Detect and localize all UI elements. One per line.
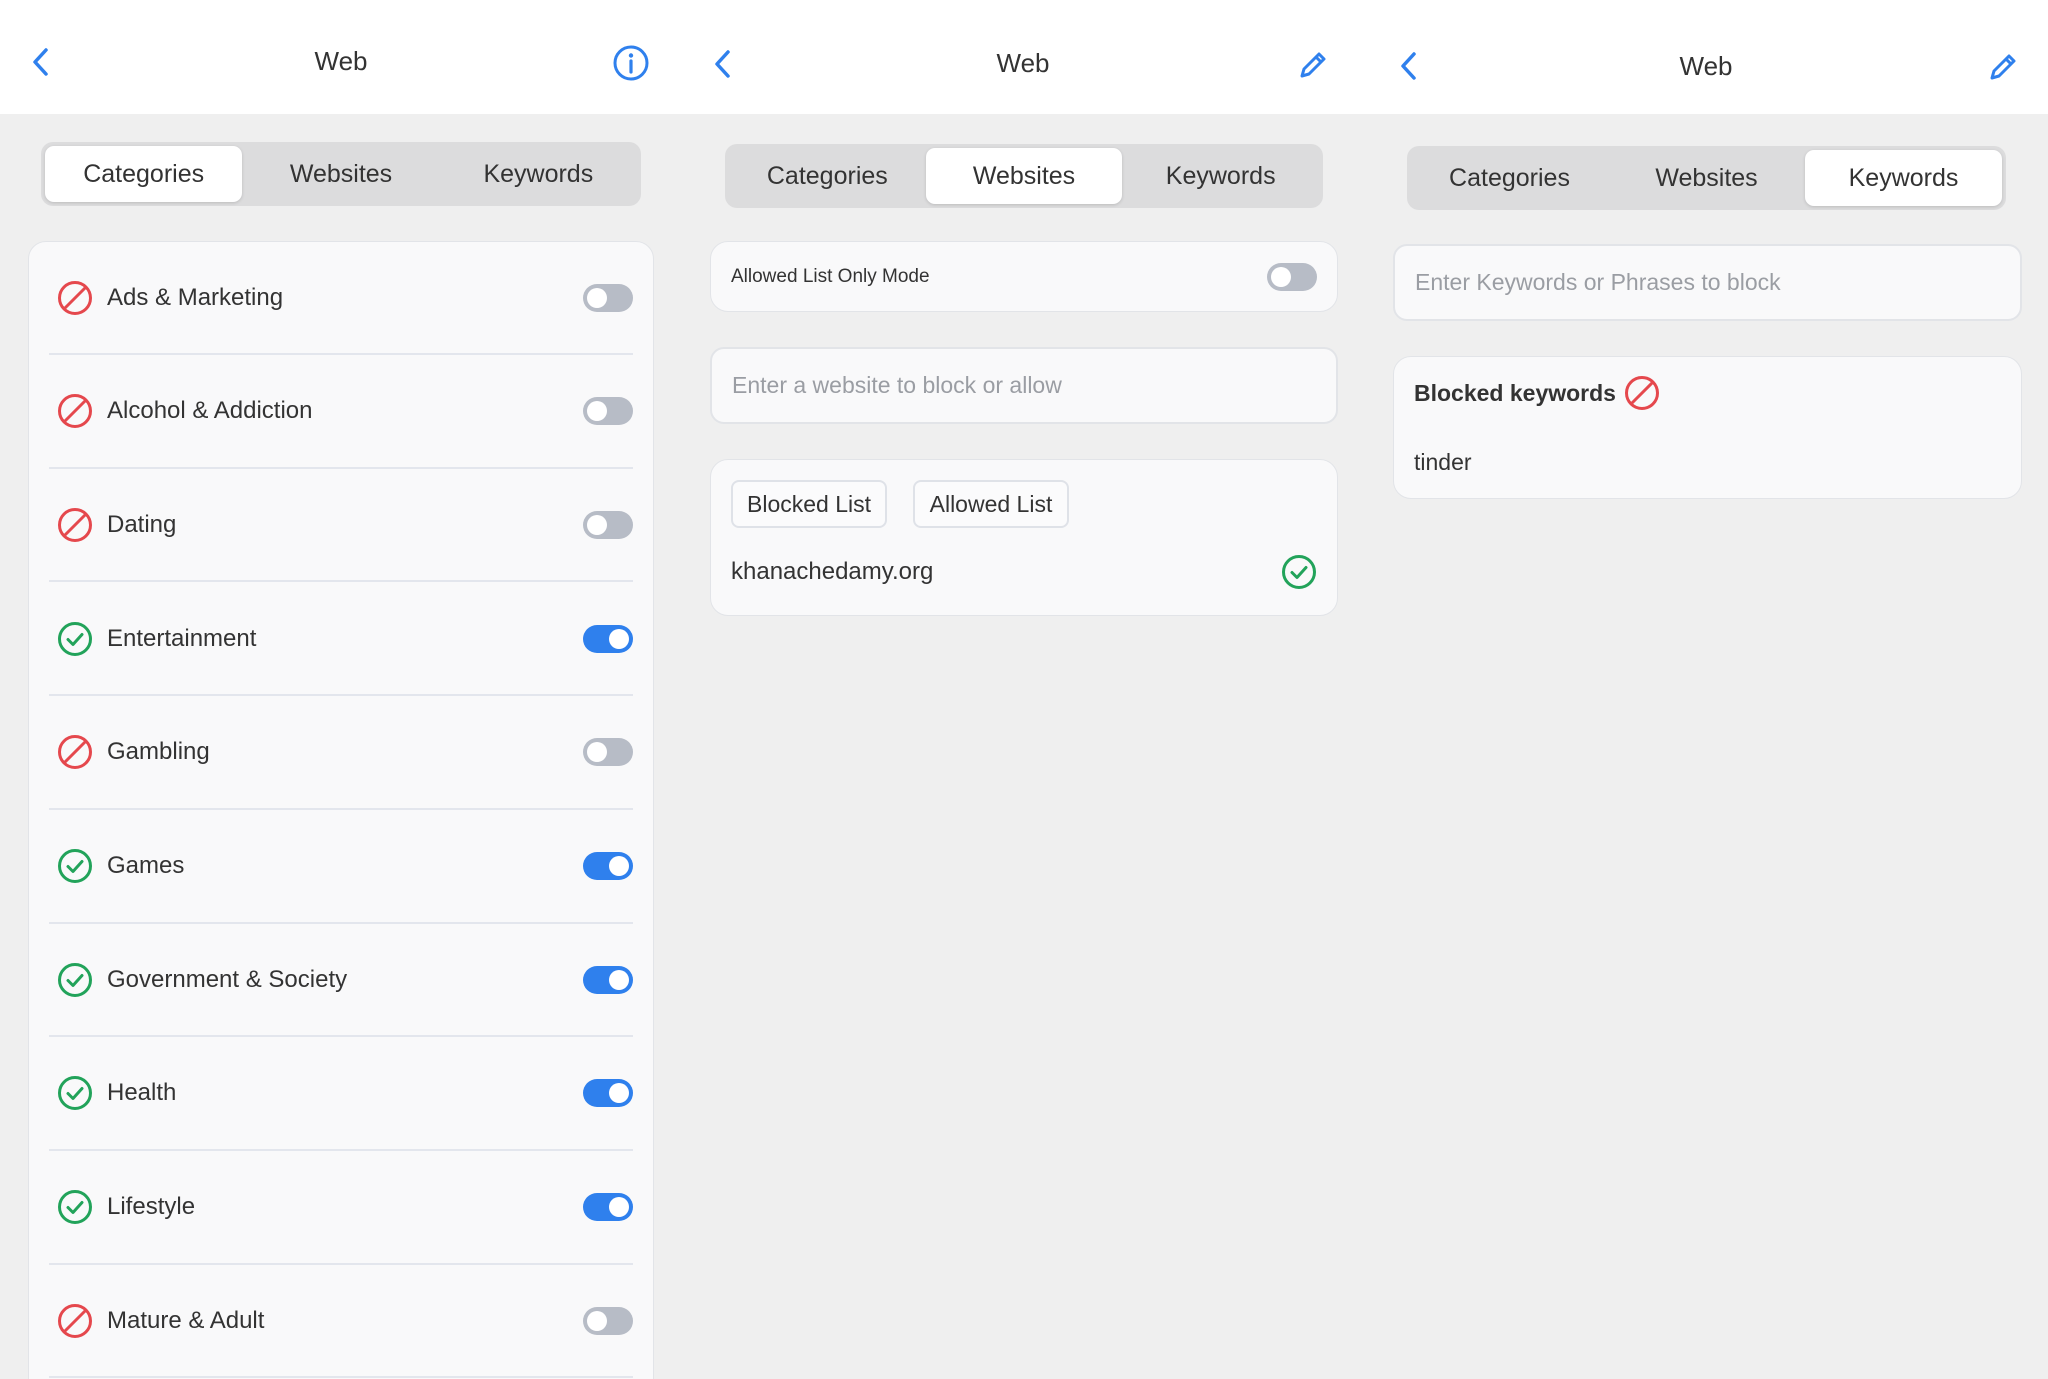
category-toggle[interactable] (583, 624, 633, 653)
tab-websites[interactable]: Websites (242, 146, 439, 202)
website-input-field[interactable] (710, 347, 1338, 424)
category-row[interactable]: Games (49, 811, 633, 924)
nav-header: Web (1364, 0, 2048, 114)
tab-keywords[interactable]: Keywords (440, 146, 637, 202)
category-toggle[interactable] (583, 1193, 633, 1222)
category-row[interactable]: Ads & Marketing (49, 242, 633, 355)
pencil-icon[interactable] (1984, 48, 2022, 86)
website-input[interactable] (732, 372, 1336, 399)
check-circle-icon (57, 1075, 93, 1111)
category-toggle[interactable] (583, 738, 633, 767)
category-label: Games (107, 852, 185, 879)
no-entry-icon (57, 393, 93, 429)
allowed-mode-row: Allowed List Only Mode (710, 241, 1338, 312)
category-row[interactable]: Mature & Adult (49, 1265, 633, 1379)
category-label: Entertainment (107, 624, 257, 652)
category-row[interactable]: Dating (49, 469, 633, 583)
keyword-input-field[interactable] (1393, 244, 2022, 321)
page-title: Web (1679, 51, 1733, 81)
keyword-item[interactable]: tinder (1414, 449, 1472, 476)
category-label: Health (107, 1079, 177, 1107)
keyword-input[interactable] (1415, 269, 2020, 296)
website-list-card: Blocked List Allowed List khanachedamy.o… (710, 459, 1338, 616)
category-row[interactable]: Government & Society (49, 924, 633, 1038)
pencil-icon[interactable] (1294, 46, 1332, 84)
keywords-screen: Web Categories Websites Keywords Blocked… (1364, 0, 2048, 1379)
check-circle-icon (1281, 554, 1317, 590)
category-label: Ads & Marketing (107, 283, 284, 311)
no-entry-icon (57, 734, 93, 770)
tab-categories[interactable]: Categories (1411, 150, 1608, 206)
tab-categories[interactable]: Categories (45, 146, 243, 202)
category-toggle[interactable] (583, 397, 633, 426)
allowed-list-button[interactable]: Allowed List (913, 480, 1069, 528)
check-circle-icon (57, 962, 93, 998)
category-label: Alcohol & Addiction (107, 397, 313, 425)
category-toggle[interactable] (583, 283, 633, 312)
tab-keywords[interactable]: Keywords (1805, 150, 2002, 206)
allowed-mode-label: Allowed List Only Mode (731, 265, 930, 287)
no-entry-icon (57, 1303, 93, 1339)
category-label: Government & Society (107, 965, 348, 993)
allowed-mode-toggle[interactable] (1267, 262, 1317, 291)
category-row[interactable]: Alcohol & Addiction (49, 356, 633, 469)
category-toggle[interactable] (583, 1079, 633, 1108)
category-label: Dating (107, 510, 177, 538)
category-label: Mature & Adult (107, 1306, 265, 1334)
no-entry-icon (1624, 375, 1660, 411)
category-list: Ads & Marketing Alcohol & Addiction Dating… (28, 241, 654, 1379)
blocked-keywords-heading: Blocked keywords (1414, 375, 1660, 411)
check-circle-icon (57, 1189, 93, 1225)
list-item[interactable]: khanachedamy.org (731, 552, 1317, 592)
nav-header: Web (682, 0, 1364, 114)
page-title: Web (996, 48, 1050, 78)
websites-screen: Web Categories Websites Keywords Allowed… (682, 0, 1364, 1379)
info-icon[interactable] (612, 44, 650, 82)
category-toggle[interactable] (583, 510, 633, 539)
category-label: Gambling (107, 738, 210, 766)
category-row[interactable]: Lifestyle (49, 1152, 633, 1265)
category-toggle[interactable] (583, 852, 633, 880)
check-circle-icon (57, 621, 93, 657)
tab-keywords[interactable]: Keywords (1122, 148, 1319, 204)
tab-websites[interactable]: Websites (925, 148, 1123, 204)
segmented-control: Categories Websites Keywords (41, 142, 641, 206)
check-circle-icon (57, 848, 93, 884)
blocked-list-button[interactable]: Blocked List (731, 480, 887, 528)
segmented-control: Categories Websites Keywords (1407, 146, 2006, 210)
categories-screen: Web Categories Websites Keywords Ads & M… (0, 0, 682, 1379)
category-row[interactable]: Health (49, 1038, 633, 1151)
category-toggle[interactable] (583, 965, 633, 994)
blocked-keywords-card: Blocked keywords tinder (1393, 356, 2022, 499)
tab-categories[interactable]: Categories (729, 148, 926, 204)
category-label: Lifestyle (107, 1193, 196, 1221)
page-title: Web (314, 46, 368, 76)
category-row[interactable]: Entertainment (49, 583, 633, 697)
category-row[interactable]: Gambling (49, 697, 633, 810)
blocked-keywords-title: Blocked keywords (1414, 379, 1616, 406)
no-entry-icon (57, 507, 93, 543)
category-toggle[interactable] (583, 1306, 633, 1335)
no-entry-icon (57, 280, 93, 316)
segmented-control: Categories Websites Keywords (725, 144, 1323, 208)
nav-header: Web (0, 0, 682, 114)
site-domain: khanachedamy.org (731, 558, 934, 585)
tab-websites[interactable]: Websites (1608, 150, 1805, 206)
